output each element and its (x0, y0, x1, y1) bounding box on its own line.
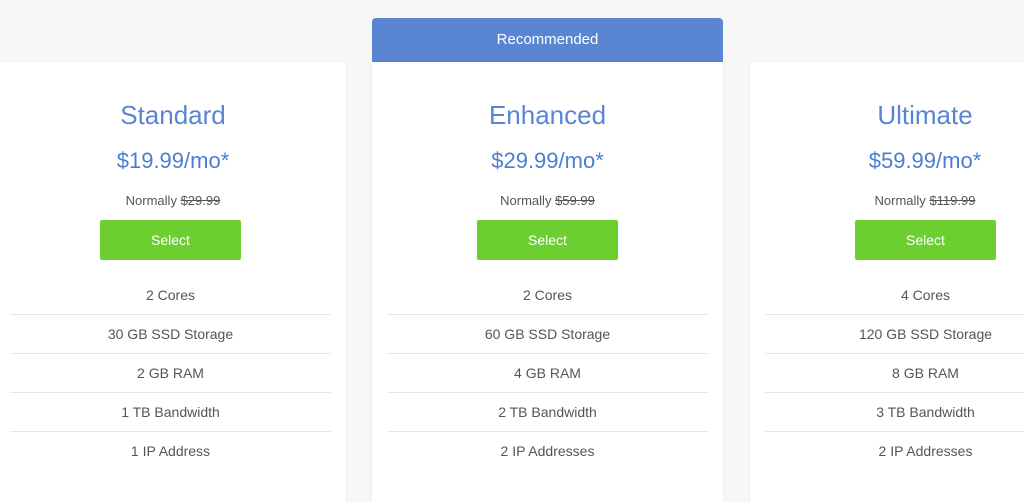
normal-price-text: Normally $59.99 (372, 193, 723, 208)
plan-name: Enhanced (488, 100, 607, 130)
feature-item: 2 IP Addresses (878, 443, 973, 459)
feature-item: 4 GB RAM (387, 354, 708, 393)
normally-label: Normally (500, 193, 552, 208)
feature-item: 4 Cores (765, 276, 1024, 315)
feature-item: 1 TB Bandwidth (10, 393, 331, 432)
plan-card-enhanced: Enhanced $29.99/mo* Normally $59.99 Sele… (372, 62, 723, 502)
feature-list: 2 Cores 60 GB SSD Storage 4 GB RAM 2 TB … (387, 276, 708, 470)
plan-price: $59.99/mo* (868, 148, 982, 173)
feature-item: 8 GB RAM (765, 354, 1024, 393)
plan-name: Ultimate (877, 100, 973, 130)
select-button-enhanced[interactable]: Select (477, 220, 618, 260)
original-price: $29.99 (180, 193, 221, 208)
original-price: $119.99 (929, 193, 976, 208)
feature-list: 2 Cores 30 GB SSD Storage 2 GB RAM 1 TB … (10, 276, 331, 470)
feature-list: 4 Cores 120 GB SSD Storage 8 GB RAM 3 TB… (765, 276, 1024, 470)
plan-price: $19.99/mo* (116, 148, 230, 173)
feature-item: 60 GB SSD Storage (387, 315, 708, 354)
plan-card-standard: Standard $19.99/mo* Normally $29.99 Sele… (0, 62, 346, 502)
recommended-banner: Recommended (372, 18, 723, 62)
feature-item: 120 GB SSD Storage (765, 315, 1024, 354)
feature-item: 2 Cores (10, 276, 331, 315)
feature-item: 2 IP Addresses (500, 443, 595, 459)
plan-price: $29.99/mo* (491, 148, 604, 173)
normal-price-text: Normally $29.99 (0, 193, 346, 208)
original-price: $59.99 (555, 193, 595, 208)
feature-item: 2 Cores (387, 276, 708, 315)
feature-item: 30 GB SSD Storage (10, 315, 331, 354)
feature-item: 2 TB Bandwidth (387, 393, 708, 432)
feature-item: 1 IP Address (130, 443, 211, 459)
normally-label: Normally (125, 193, 177, 208)
select-button-standard[interactable]: Select (100, 220, 241, 260)
plan-name: Standard (120, 100, 226, 130)
normal-price-text: Normally $119.99 (750, 193, 1024, 208)
plan-card-ultimate: Ultimate $59.99/mo* Normally $119.99 Sel… (750, 62, 1024, 502)
normally-label: Normally (874, 193, 926, 208)
feature-item: 2 GB RAM (10, 354, 331, 393)
feature-item: 3 TB Bandwidth (765, 393, 1024, 432)
select-button-ultimate[interactable]: Select (855, 220, 996, 260)
